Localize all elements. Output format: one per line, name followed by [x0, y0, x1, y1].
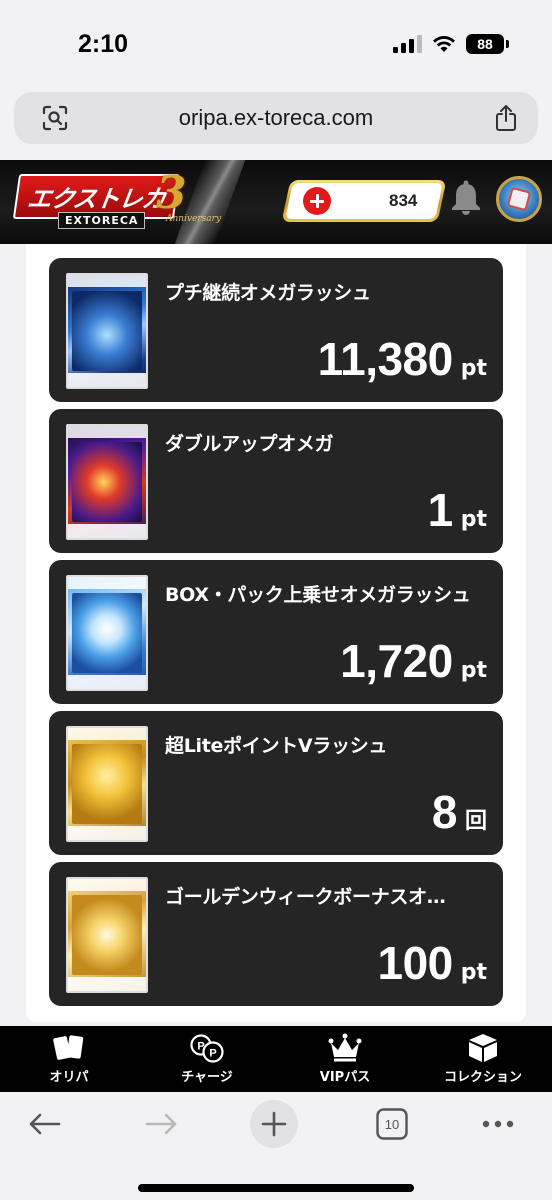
- card-value: 8: [431, 786, 458, 838]
- url-bar[interactable]: oripa.ex-toreca.com: [14, 92, 538, 144]
- anniversary-text: Anniversary: [166, 214, 222, 224]
- card-title: ゴールデンウィークボーナスオ…: [165, 886, 446, 908]
- signal-icon: [393, 35, 422, 53]
- points-value: 834: [388, 191, 417, 210]
- user-avatar[interactable]: [496, 176, 542, 222]
- bottom-tab-nav: オリパ P P チャージ VIPパス コレクション: [0, 1026, 552, 1092]
- status-bar: 2:10 88: [0, 0, 552, 88]
- card-amount: 11,380 pt: [318, 332, 487, 386]
- status-time: 2:10: [78, 30, 129, 58]
- cards-icon: [53, 1035, 84, 1060]
- card-unit: pt: [460, 960, 487, 985]
- bell-icon[interactable]: [450, 180, 482, 216]
- card-title: 超LiteポイントVラッシュ: [165, 735, 388, 757]
- oripa-card[interactable]: プチ継続オメガラッシュ 11,380 pt: [49, 258, 503, 402]
- card-title: プチ継続オメガラッシュ: [165, 282, 371, 304]
- card-amount: 8 回: [432, 785, 487, 839]
- url-text[interactable]: oripa.ex-toreca.com: [14, 105, 538, 131]
- tab-count: 10: [385, 1117, 399, 1132]
- tab-vip-pass[interactable]: VIPパス: [276, 1026, 414, 1092]
- card-title: BOX・パック上乗せオメガラッシュ: [165, 584, 471, 606]
- card-unit: 回: [464, 809, 487, 834]
- card-title: ダブルアップオメガ: [165, 433, 334, 455]
- forward-arrow-icon: [145, 1113, 177, 1135]
- browser-toolbar: 10: [0, 1092, 552, 1200]
- oripa-card[interactable]: ダブルアップオメガ 1 pt: [49, 409, 503, 553]
- box-icon: [469, 1034, 497, 1062]
- card-value: 1,720: [340, 635, 453, 687]
- card-thumbnail: [66, 273, 148, 389]
- points-balance[interactable]: 834: [281, 180, 447, 222]
- share-icon[interactable]: [494, 104, 518, 132]
- card-unit: pt: [460, 507, 487, 532]
- card-thumbnail: [66, 726, 148, 842]
- tab-label: オリパ: [49, 1070, 89, 1085]
- new-tab-plus-icon: [261, 1111, 287, 1137]
- card-unit: pt: [460, 658, 487, 683]
- card-thumbnail: [66, 575, 148, 691]
- back-button[interactable]: [24, 1100, 64, 1148]
- home-indicator: [138, 1184, 414, 1192]
- oripa-card[interactable]: ゴールデンウィークボーナスオ… 100 pt: [49, 862, 503, 1006]
- oripa-card[interactable]: 超LiteポイントVラッシュ 8 回: [49, 711, 503, 855]
- card-value: 1: [427, 484, 454, 536]
- site-logo[interactable]: エクストレカ EXTORECA 3 Anniversary: [12, 168, 221, 232]
- forward-button[interactable]: [142, 1100, 182, 1148]
- tab-label: チャージ: [181, 1070, 233, 1085]
- new-tab-button[interactable]: [250, 1100, 298, 1148]
- card-amount: 1 pt: [428, 483, 487, 537]
- add-points-icon[interactable]: [303, 187, 331, 215]
- battery-icon: 88: [466, 34, 509, 54]
- tab-label: VIPパス: [319, 1070, 371, 1085]
- svg-text:P: P: [209, 1048, 216, 1060]
- card-value: 100: [377, 937, 453, 989]
- battery-level: 88: [477, 36, 493, 52]
- card-amount: 1,720 pt: [340, 634, 487, 688]
- card-thumbnail: [66, 877, 148, 993]
- card-unit: pt: [460, 356, 487, 381]
- more-button[interactable]: [478, 1100, 518, 1148]
- card-value: 11,380: [317, 333, 454, 385]
- tab-label: コレクション: [443, 1070, 522, 1085]
- tab-charge[interactable]: P P チャージ: [138, 1026, 276, 1092]
- oripa-card[interactable]: BOX・パック上乗せオメガラッシュ 1,720 pt: [49, 560, 503, 704]
- more-icon: [482, 1120, 514, 1128]
- wifi-icon: [433, 36, 455, 52]
- tabs-icon: 10: [376, 1108, 408, 1140]
- tabs-button[interactable]: 10: [374, 1100, 410, 1148]
- card-thumbnail: [66, 424, 148, 540]
- anniversary-number: 3: [156, 168, 187, 219]
- status-icons: 88: [393, 34, 509, 54]
- back-arrow-icon: [29, 1113, 61, 1135]
- tab-collection[interactable]: コレクション: [414, 1026, 552, 1092]
- card-amount: 100 pt: [377, 936, 487, 990]
- tab-oripa[interactable]: オリパ: [0, 1026, 138, 1092]
- crown-icon: [328, 1033, 362, 1062]
- coins-icon: P P: [190, 1034, 224, 1063]
- logo-sub: EXTORECA: [58, 212, 146, 229]
- anniversary-badge: 3 Anniversary: [152, 168, 221, 232]
